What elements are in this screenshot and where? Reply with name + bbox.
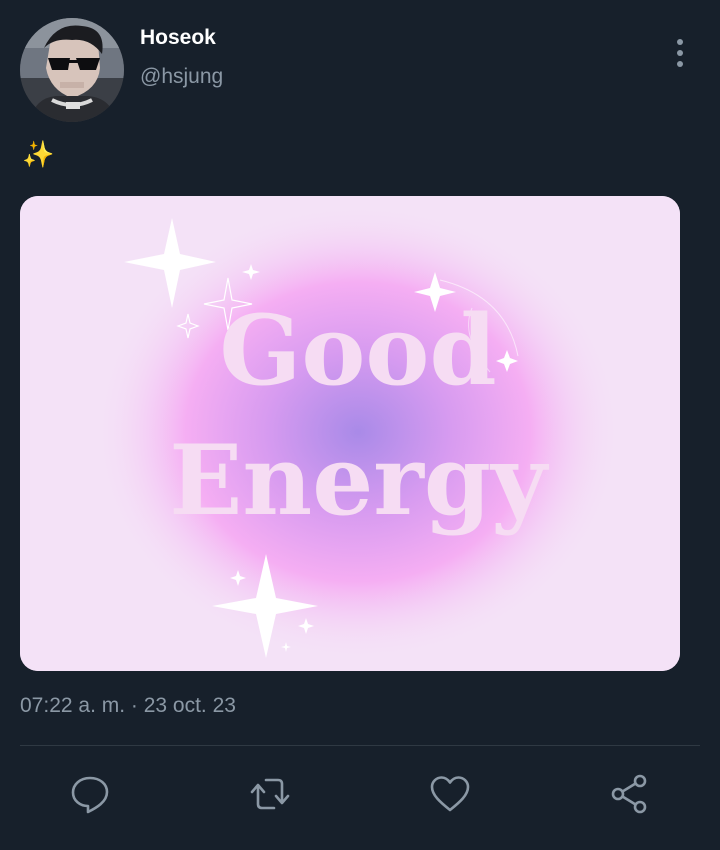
like-button[interactable] <box>428 772 472 816</box>
tweet-timestamp[interactable]: 07:22 a. m. · 23 oct. 23 <box>20 694 236 718</box>
divider <box>20 745 700 746</box>
retweet-button[interactable] <box>248 772 292 816</box>
reply-button[interactable] <box>68 772 112 816</box>
tweet-header: Hoseok @hsjung <box>20 18 700 122</box>
tweet-media-image[interactable]: Good Energy <box>20 196 680 671</box>
tweet-text: ✨ <box>22 139 55 169</box>
share-icon <box>611 774 647 814</box>
retweet-icon <box>250 778 290 810</box>
image-text-line-2: Energy <box>169 424 550 537</box>
more-options-button[interactable] <box>672 38 688 68</box>
avatar-image <box>20 18 124 122</box>
avatar[interactable] <box>20 18 124 122</box>
username-handle[interactable]: @hsjung <box>140 65 223 89</box>
more-vertical-icon <box>677 39 683 67</box>
display-name[interactable]: Hoseok <box>140 26 216 50</box>
good-energy-image: Good Energy <box>20 196 680 671</box>
share-button[interactable] <box>608 772 652 816</box>
reply-icon <box>71 776 109 814</box>
heart-icon <box>430 776 470 812</box>
tweet-actions-bar <box>0 768 720 820</box>
image-text-line-1: Good <box>219 294 496 407</box>
